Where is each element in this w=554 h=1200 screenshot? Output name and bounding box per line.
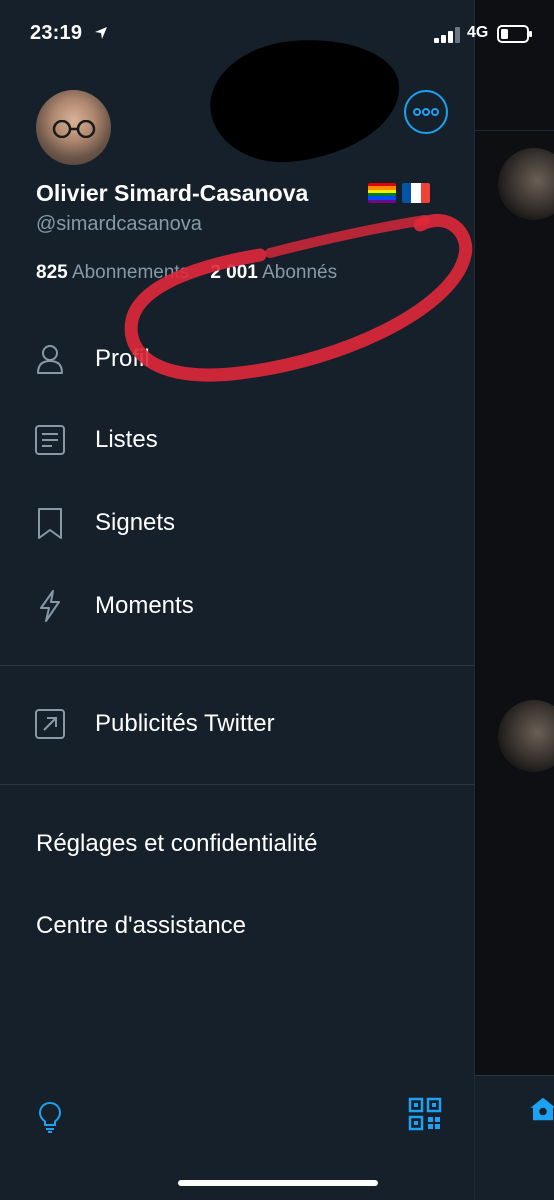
timeline-header-divider [474, 130, 554, 131]
following-label: Abonnements [71, 262, 190, 283]
followers-link[interactable]: 2 001 Abonnés [210, 262, 337, 283]
menu-divider [0, 784, 474, 785]
menu-item-publicites-twitter[interactable]: Publicités Twitter [0, 695, 474, 755]
menu-item-label: Listes [95, 426, 158, 453]
home-indicator[interactable] [178, 1180, 378, 1186]
lightbulb-icon[interactable] [36, 1100, 64, 1139]
timeline-background [474, 0, 554, 1200]
followers-count: 2 001 [210, 262, 258, 283]
flag-emojis [368, 183, 430, 203]
avatar[interactable] [36, 90, 111, 165]
menu-divider [0, 665, 474, 666]
following-link[interactable]: 825 Abonnements [36, 262, 194, 283]
location-arrow-icon [94, 26, 108, 45]
menu-item-label: Publicités Twitter [95, 710, 275, 737]
signal-bars-icon [434, 27, 460, 43]
follow-counts: 825 Abonnements 2 001 Abonnés [36, 262, 337, 284]
more-accounts-button[interactable] [404, 90, 448, 134]
qr-code-icon[interactable] [408, 1097, 442, 1136]
menu-item-moments[interactable]: Moments [0, 577, 474, 637]
menu-item-signets[interactable]: Signets [0, 494, 474, 554]
profile-handle[interactable]: @simardcasanova [36, 213, 202, 236]
ellipsis-icon [413, 108, 439, 116]
tweet-avatar[interactable] [498, 700, 554, 772]
followers-label: Abonnés [262, 262, 338, 283]
rainbow-flag-icon [368, 183, 396, 203]
side-drawer: Olivier Simard-Casanova @simardcasanova … [0, 0, 475, 1200]
menu-item-listes[interactable]: Listes [0, 411, 474, 471]
home-tab-icon[interactable] [528, 1094, 554, 1129]
settings-privacy-link[interactable]: Réglages et confidentialité [36, 830, 318, 858]
battery-icon [497, 25, 532, 43]
menu-item-profil[interactable]: Profil [0, 330, 474, 390]
menu-item-label: Signets [95, 509, 176, 536]
bottom-tab-bar [474, 1075, 554, 1200]
network-type: 4G [467, 24, 489, 41]
person-icon [33, 342, 67, 376]
tweet-avatar[interactable] [498, 148, 554, 220]
status-time: 23:19 [30, 22, 83, 44]
lightning-icon [33, 589, 67, 623]
menu-item-label: Moments [95, 592, 194, 619]
menu-item-label: Profil [95, 345, 150, 372]
external-link-icon [33, 707, 67, 741]
status-bar: 23:19 4G [0, 0, 554, 66]
profile-name[interactable]: Olivier Simard-Casanova [36, 180, 308, 207]
france-flag-icon [402, 183, 430, 203]
help-center-link[interactable]: Centre d'assistance [36, 912, 246, 940]
list-icon [33, 423, 67, 457]
following-count: 825 [36, 262, 68, 283]
bookmark-icon [33, 506, 67, 540]
